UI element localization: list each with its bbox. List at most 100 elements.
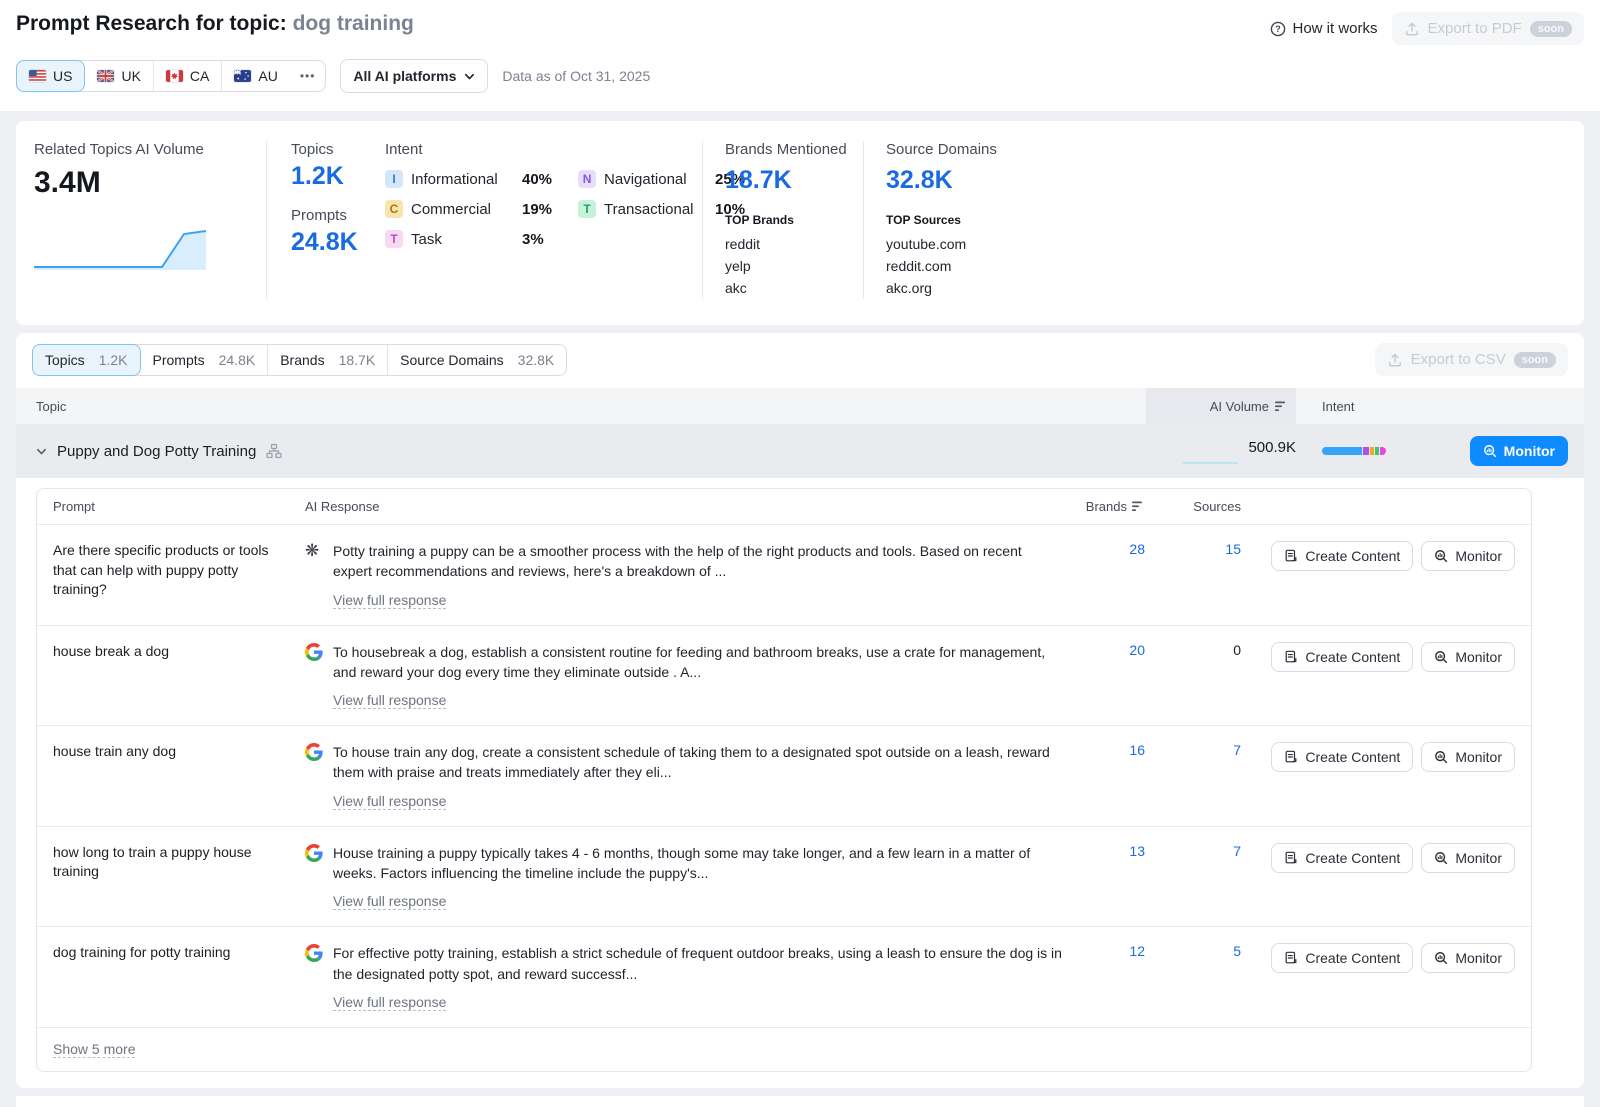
intent-legend: I Informational 40% C Commercial 19% T T… — [385, 170, 702, 248]
sources-count[interactable]: 0 — [1233, 642, 1241, 658]
prompts-table-header: Prompt AI Response Brands Sources — [37, 489, 1531, 525]
topic-column-header[interactable]: Topic — [16, 388, 1146, 424]
intent-name: Commercial — [411, 201, 514, 218]
show-more-link[interactable]: Show 5 more — [53, 1041, 135, 1058]
sources-column-header[interactable]: Sources — [1145, 499, 1241, 514]
chevron-down-icon — [36, 446, 47, 457]
monitor-button[interactable]: Monitor — [1470, 436, 1568, 466]
intent-badge: T — [578, 200, 596, 218]
export-csv-button[interactable]: Export to CSV soon — [1375, 343, 1568, 376]
export-csv-label: Export to CSV — [1411, 351, 1506, 368]
intent-name: Informational — [411, 171, 514, 188]
intent-badge: N — [578, 170, 596, 188]
country-tab[interactable]: US — [16, 60, 85, 92]
brands-count[interactable]: 13 — [1129, 843, 1145, 859]
page-title-topic: dog training — [293, 12, 414, 35]
more-countries-button[interactable]: ••• — [290, 61, 326, 91]
prompt-text: Are there specific products or tools tha… — [37, 541, 305, 600]
topics-table-header: Topic AI Volume Intent — [16, 388, 1584, 424]
ai-volume-value: 500.9K — [1248, 439, 1296, 456]
uk-flag-icon — [97, 70, 114, 82]
sources-count[interactable]: 7 — [1233, 843, 1241, 859]
sources-count[interactable]: 7 — [1233, 742, 1241, 758]
monitor-button[interactable]: Monitor — [1421, 541, 1515, 571]
create-content-button[interactable]: Create Content — [1271, 742, 1413, 772]
brands-count[interactable]: 20 — [1129, 642, 1145, 658]
volume-trend-sparkline — [34, 228, 206, 270]
create-content-button[interactable]: Create Content — [1271, 541, 1413, 571]
view-tab[interactable]: Brands 18.7K — [268, 345, 388, 375]
page-title-prefix: Prompt Research for topic: — [16, 12, 287, 35]
upload-icon — [1404, 21, 1420, 37]
topic-expand-toggle[interactable]: Puppy and Dog Potty Training — [16, 443, 1146, 460]
ai-platforms-dropdown[interactable]: All AI platforms — [340, 59, 488, 93]
tab-count: 32.8K — [518, 352, 555, 368]
ca-flag-icon — [166, 70, 183, 82]
view-tab[interactable]: Topics 1.2K — [32, 344, 141, 376]
export-pdf-button[interactable]: Export to PDF soon — [1392, 12, 1584, 45]
view-full-response-link[interactable]: View full response — [333, 994, 446, 1011]
google-icon — [305, 643, 323, 661]
brands-count[interactable]: 12 — [1129, 943, 1145, 959]
brands-mentioned-value: 18.7K — [725, 166, 863, 195]
monitor-label: Monitor — [1504, 443, 1555, 459]
create-content-button[interactable]: Create Content — [1271, 843, 1413, 873]
monitor-button[interactable]: Monitor — [1421, 943, 1515, 973]
create-content-label: Create Content — [1305, 548, 1400, 564]
ai-volume-column-header[interactable]: AI Volume — [1146, 388, 1296, 424]
view-tab[interactable]: Source Domains 32.8K — [388, 345, 566, 375]
mini-sparkline — [1183, 458, 1238, 464]
au-flag-icon — [234, 70, 251, 82]
brands-count[interactable]: 28 — [1129, 541, 1145, 557]
view-full-response-link[interactable]: View full response — [333, 793, 446, 810]
create-content-button[interactable]: Create Content — [1271, 943, 1413, 973]
how-it-works-label: How it works — [1293, 20, 1378, 37]
country-tab[interactable]: CA — [154, 61, 222, 91]
top-source-item: youtube.com — [886, 233, 1114, 255]
country-code: US — [53, 68, 72, 84]
collapsed-topics-group: Puppy and Dog Biting Behavior and Traini… — [16, 1096, 1584, 1107]
country-tab[interactable]: UK — [85, 61, 153, 91]
intent-column-header[interactable]: Intent — [1296, 388, 1426, 424]
prompt-column-header[interactable]: Prompt — [37, 499, 305, 514]
monitor-button[interactable]: Monitor — [1421, 642, 1515, 672]
brands-mentioned-label: Brands Mentioned — [725, 141, 863, 158]
how-it-works-link[interactable]: ? How it works — [1270, 20, 1378, 37]
page-header: Prompt Research for topic: dog training … — [0, 0, 1600, 111]
monitor-button[interactable]: Monitor — [1421, 742, 1515, 772]
page-title: Prompt Research for topic: dog training — [16, 12, 414, 36]
intent-percent: 19% — [522, 201, 552, 218]
sources-count[interactable]: 15 — [1225, 541, 1241, 557]
country-code: CA — [190, 68, 209, 84]
top-sources-list: youtube.comreddit.comakc.org — [886, 233, 1114, 299]
source-domains-value: 32.8K — [886, 166, 1114, 195]
tab-count: 18.7K — [339, 352, 376, 368]
intent-distribution-bar — [1322, 447, 1386, 455]
ai-response-text: To housebreak a dog, establish a consist… — [333, 642, 1063, 683]
sources-count[interactable]: 5 — [1233, 943, 1241, 959]
create-content-button[interactable]: Create Content — [1271, 642, 1413, 672]
view-full-response-link[interactable]: View full response — [333, 692, 446, 709]
country-tab[interactable]: AU — [222, 61, 289, 91]
monitor-button[interactable]: Monitor — [1421, 843, 1515, 873]
view-full-response-link[interactable]: View full response — [333, 592, 446, 609]
sort-descending-icon — [1275, 401, 1288, 412]
view-tab[interactable]: Prompts 24.8K — [141, 345, 269, 375]
top-brands-list: reddityelpakc — [725, 233, 863, 299]
intent-name: Navigational — [604, 171, 707, 188]
top-sources-label: TOP Sources — [886, 213, 1114, 227]
question-circle-icon: ? — [1270, 21, 1286, 37]
ai-response-text: Potty training a puppy can be a smoother… — [333, 541, 1063, 582]
prompt-row: Are there specific products or tools tha… — [37, 525, 1531, 625]
ai-response-text: For effective potty training, establish … — [333, 943, 1063, 984]
view-full-response-link[interactable]: View full response — [333, 893, 446, 910]
prompts-label: Prompts — [291, 207, 367, 224]
related-topics-volume-label: Related Topics AI Volume — [34, 141, 266, 158]
prompt-row: house break a dog To housebreak a dog, e… — [37, 625, 1531, 726]
topic-name: Puppy and Dog Potty Training — [57, 443, 256, 460]
prompt-text: house train any dog — [37, 742, 305, 762]
create-content-icon — [1284, 750, 1298, 764]
prompt-row: how long to train a puppy house training… — [37, 826, 1531, 927]
brands-column-header[interactable]: Brands — [1083, 499, 1145, 514]
brands-count[interactable]: 16 — [1129, 742, 1145, 758]
